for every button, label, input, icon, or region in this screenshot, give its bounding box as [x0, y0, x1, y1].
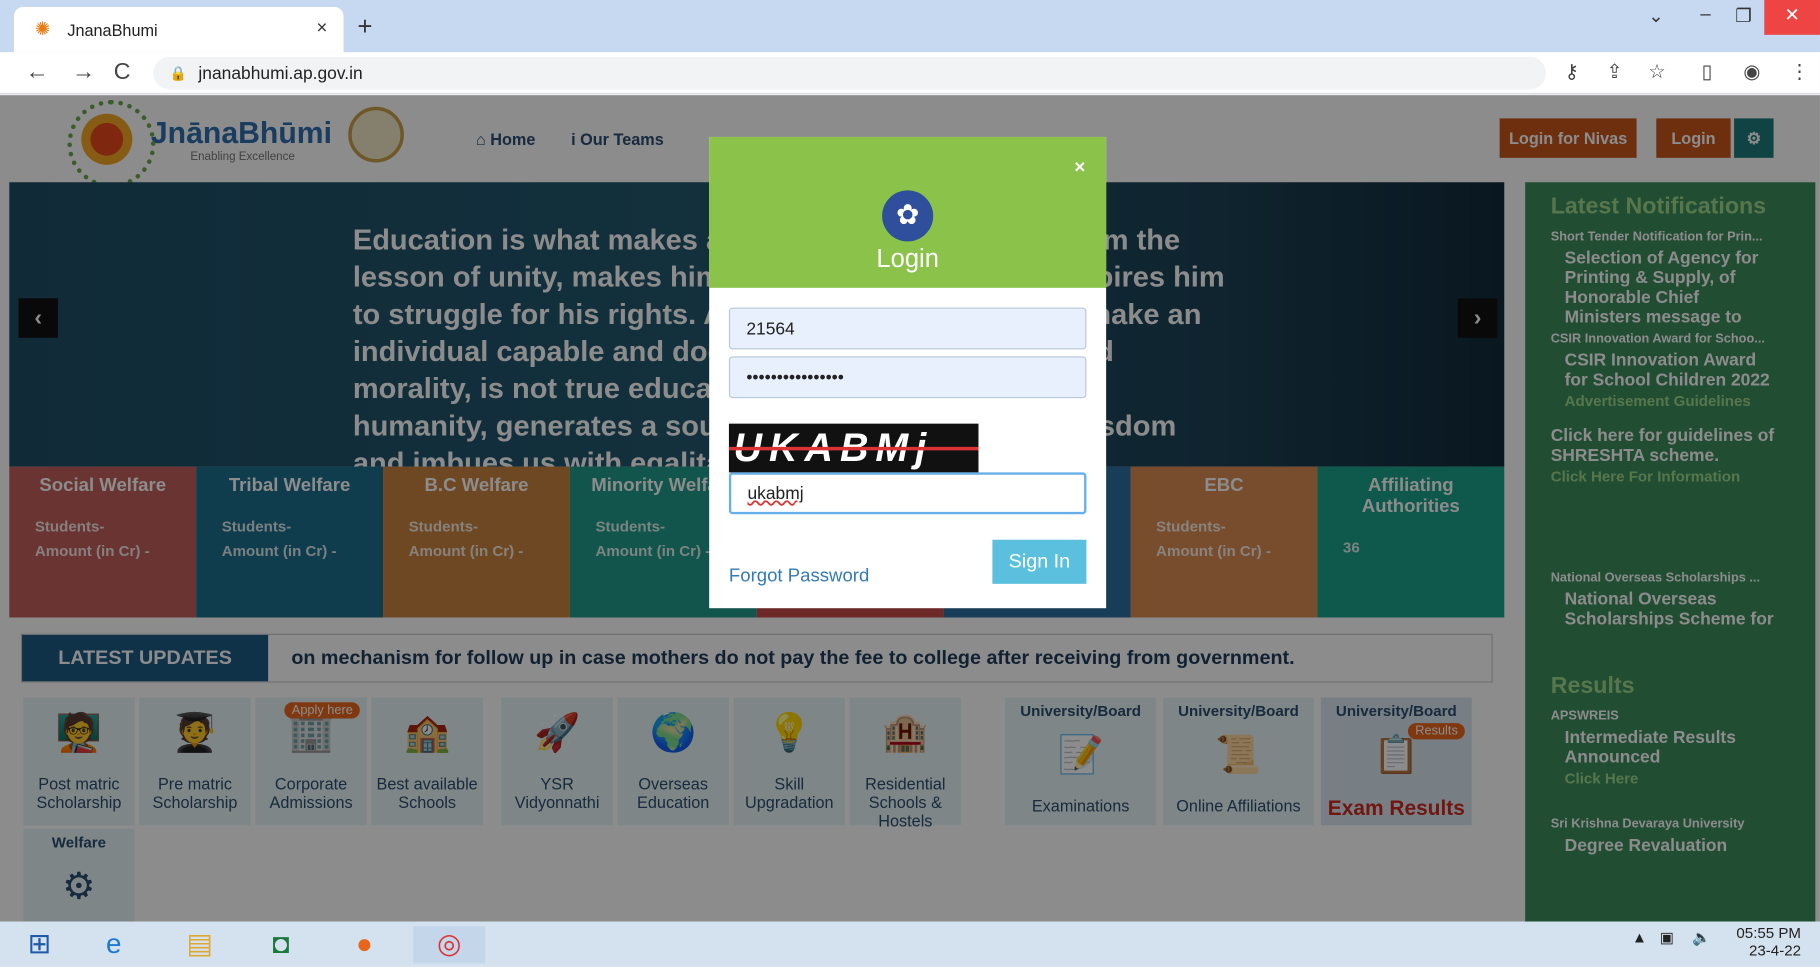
tab-strip: ✺ JnanaBhumi × + ⌄ – ❐ ✕ — [0, 0, 1820, 53]
firefox-icon[interactable]: ● — [341, 926, 387, 963]
clock-time: 05:55 PM — [1736, 923, 1802, 942]
volume-muted-icon[interactable]: 🔈 — [1692, 929, 1711, 948]
network-icon[interactable]: ▣ — [1660, 929, 1674, 948]
window-close-button[interactable]: ✕ — [1764, 0, 1820, 35]
share-icon[interactable]: ⇪ — [1606, 60, 1623, 83]
chrome-icon[interactable]: ◎ — [413, 926, 486, 964]
clock[interactable]: 05:55 PM 23-4-22 — [1736, 924, 1801, 959]
key-icon[interactable]: ⚷ — [1565, 60, 1579, 83]
windows-taskbar: ⊞ e ▤ ◘ ● ◎ ▲ ▣ 🔈 05:55 PM 23-4-22 — [0, 921, 1820, 967]
sign-in-button[interactable]: Sign In — [992, 539, 1087, 584]
tab-search-chevron-icon[interactable]: ⌄ — [1648, 5, 1664, 28]
url-field[interactable]: 🔒 jnanabhumi.ap.gov.in — [153, 56, 1547, 90]
login-modal: × ✿ Login 21564 •••••••••••••••• UKABMj … — [709, 136, 1107, 609]
menu-kebab-icon[interactable]: ⋮ — [1790, 60, 1810, 83]
tab-close-button[interactable]: × — [316, 19, 327, 40]
captcha-image: UKABMj — [728, 423, 979, 473]
reload-button[interactable]: C — [114, 59, 131, 86]
forgot-password-link[interactable]: Forgot Password — [729, 566, 869, 587]
tab-title: JnanaBhumi — [67, 20, 158, 39]
file-explorer-icon[interactable]: ▤ — [176, 926, 222, 963]
username-field[interactable]: 21564 — [728, 307, 1087, 350]
url-text: jnanabhumi.ap.gov.in — [198, 63, 363, 83]
bookmark-star-icon[interactable]: ☆ — [1648, 60, 1666, 83]
restore-button[interactable]: ❐ — [1735, 5, 1752, 28]
address-bar-row: ← → C 🔒 jnanabhumi.ap.gov.in ⚷ ⇪ ☆ ▯ ◉ ⋮ — [0, 52, 1820, 95]
site-favicon-icon: ✺ — [34, 19, 51, 39]
windows-start-icon[interactable]: ⊞ — [16, 926, 62, 963]
store-icon[interactable]: ◘ — [258, 926, 304, 963]
internet-explorer-icon[interactable]: e — [91, 926, 137, 963]
browser-tab[interactable]: ✺ JnanaBhumi × — [13, 6, 344, 53]
modal-close-button[interactable]: × — [1074, 158, 1085, 179]
forward-button[interactable]: → — [72, 59, 95, 86]
side-panel-icon[interactable]: ▯ — [1702, 60, 1713, 83]
minimize-button[interactable]: – — [1700, 5, 1710, 26]
clock-date: 23-4-22 — [1748, 941, 1802, 959]
user-badge-icon: ✿ — [882, 190, 934, 242]
captcha-input[interactable]: ukabmj — [728, 472, 1087, 515]
lock-icon: 🔒 — [169, 64, 187, 82]
login-modal-header: × ✿ Login — [709, 136, 1107, 288]
back-button[interactable]: ← — [26, 59, 49, 86]
new-tab-button[interactable]: + — [357, 12, 372, 42]
password-field[interactable]: •••••••••••••••• — [728, 356, 1087, 399]
login-modal-title: Login — [876, 243, 939, 273]
tray-chevron-icon[interactable]: ▲ — [1632, 929, 1647, 946]
profile-avatar-icon[interactable]: ◉ — [1743, 60, 1760, 83]
